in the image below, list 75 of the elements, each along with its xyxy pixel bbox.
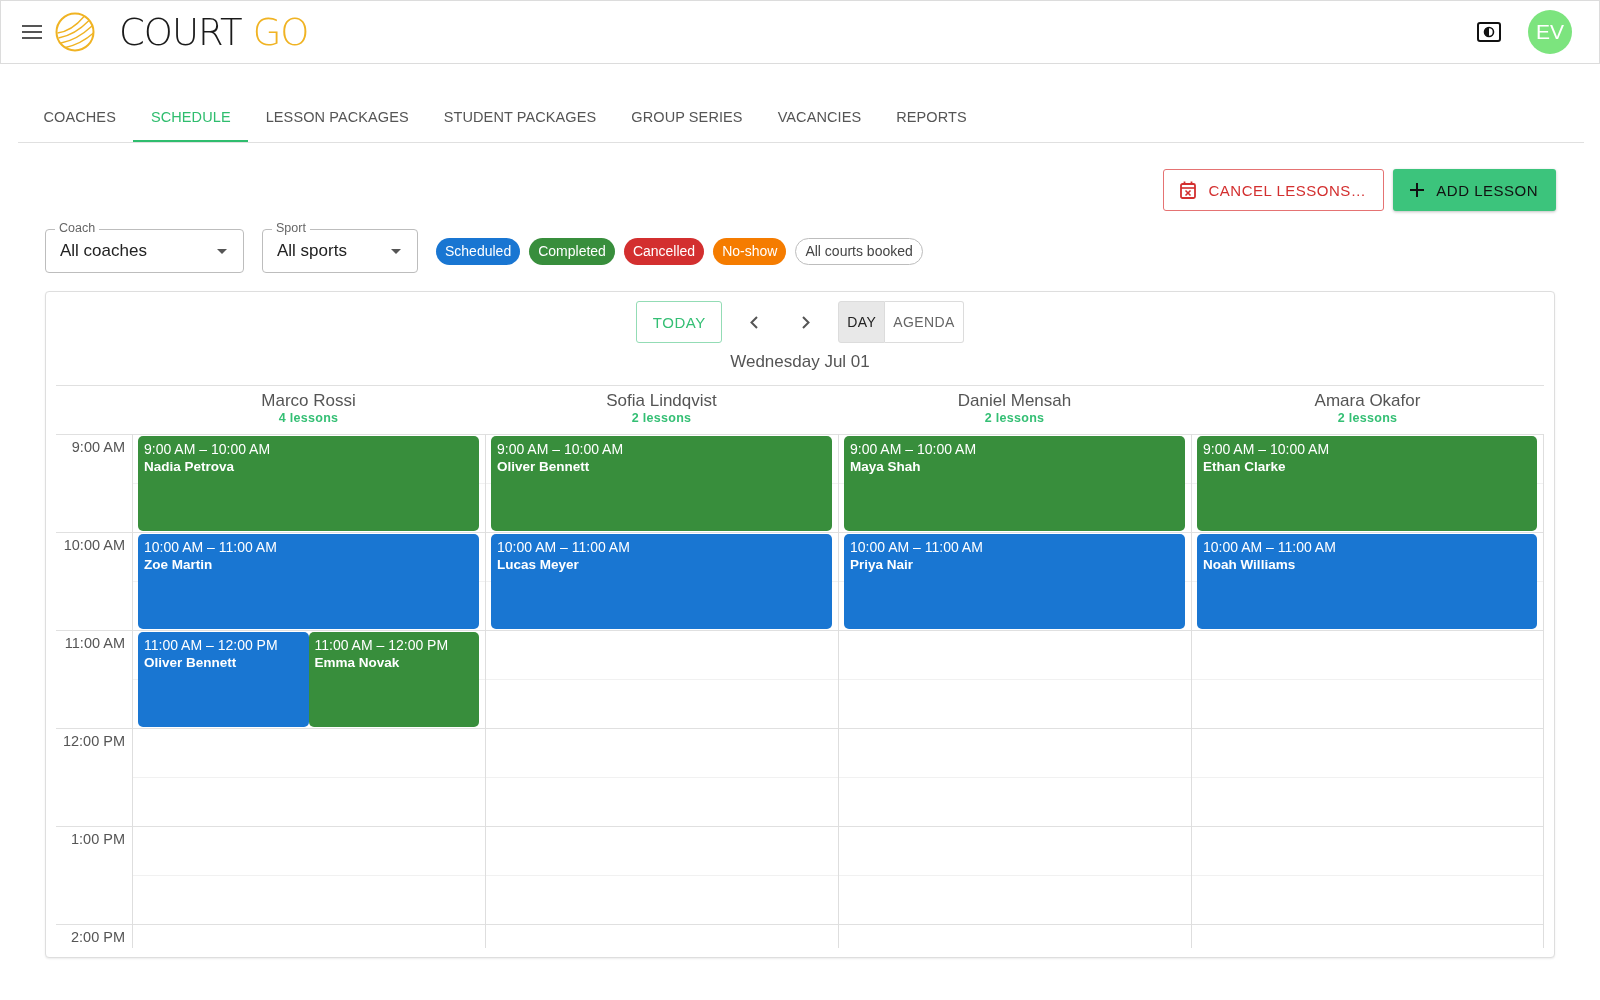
calendar-x-icon: [1180, 181, 1197, 199]
brightness-icon[interactable]: [1477, 22, 1501, 42]
coach-name: Marco Rossi: [261, 391, 356, 411]
student-name: Nadia Petrova: [144, 458, 235, 475]
field-label: Coach: [55, 221, 100, 235]
lesson-event[interactable]: 9:00 AM – 10:00 AM Ethan Clarke: [1197, 436, 1537, 531]
logo-text: COURT: [119, 10, 242, 54]
lesson-event[interactable]: 10:00 AM – 11:00 AM Lucas Meyer: [491, 534, 832, 629]
student-name: Oliver Bennett: [144, 654, 237, 671]
nav-tab[interactable]: REPORTS: [878, 89, 985, 142]
caret-icon: [391, 248, 401, 254]
nav-tab[interactable]: SCHEDULE: [133, 89, 249, 142]
lesson-time: 11:00 AM – 12:00 PM: [314, 636, 449, 654]
coach-name: Amara Okafor: [1314, 391, 1421, 411]
status-chip: Completed: [529, 237, 615, 265]
student-name: Ethan Clarke: [1203, 458, 1286, 475]
student-name: Noah Williams: [1203, 556, 1296, 573]
lesson-time: 10:00 AM – 11:00 AM: [1203, 538, 1336, 556]
lesson-time: 9:00 AM – 10:00 AM: [850, 440, 977, 458]
lesson-event[interactable]: 11:00 AM – 12:00 PM Emma Novak: [308, 632, 479, 727]
time-label: 10:00 AM: [63, 537, 125, 553]
time-label: 1:00 PM: [71, 831, 125, 847]
caret-icon: [217, 248, 227, 254]
lesson-time: 9:00 AM – 10:00 AM: [497, 440, 624, 458]
status-chip: Cancelled: [623, 237, 705, 265]
nav-tab[interactable]: LESSON PACKAGES: [248, 89, 427, 142]
lesson-time: 11:00 AM – 12:00 PM: [144, 636, 278, 654]
lesson-count: 4 lessons: [278, 411, 339, 426]
nav-tab[interactable]: VACANCIES: [760, 89, 879, 142]
student-name: Lucas Meyer: [497, 556, 579, 573]
lesson-time: 10:00 AM – 11:00 AM: [497, 538, 630, 556]
nav-tab[interactable]: COACHES: [26, 89, 134, 142]
add-lesson-button[interactable]: ADD LESSON: [1393, 169, 1556, 211]
status-chip: Scheduled: [436, 237, 521, 265]
view-tab[interactable]: AGENDA: [885, 301, 964, 343]
lesson-count: 2 lessons: [1337, 411, 1398, 426]
lesson-time: 10:00 AM – 11:00 AM: [144, 538, 277, 556]
lesson-event[interactable]: 11:00 AM – 12:00 PM Oliver Bennett: [138, 632, 309, 727]
lesson-count: 2 lessons: [631, 411, 692, 426]
chevron-left-icon: [750, 315, 759, 329]
student-name: Zoe Martin: [144, 556, 213, 573]
nav-tab[interactable]: GROUP SERIES: [613, 89, 761, 142]
time-label: 9:00 AM: [71, 439, 125, 455]
nav-tab[interactable]: STUDENT PACKAGES: [426, 89, 614, 142]
time-label: 11:00 AM: [64, 635, 125, 651]
status-chip: All courts booked: [795, 237, 923, 265]
chevron-right-icon: [802, 315, 811, 329]
logo-text: GO: [252, 10, 309, 54]
cancel-lessons-button[interactable]: CANCEL LESSONS…: [1163, 169, 1385, 211]
plus-icon: [1410, 183, 1425, 197]
coach-name: Sofia Lindqvist: [606, 391, 717, 411]
time-label: 2:00 PM: [71, 929, 125, 945]
field-label: Sport: [272, 221, 310, 235]
student-name: Oliver Bennett: [497, 458, 590, 475]
lesson-event[interactable]: 9:00 AM – 10:00 AM Nadia Petrova: [138, 436, 479, 531]
lesson-time: 9:00 AM – 10:00 AM: [144, 440, 271, 458]
student-name: Emma Novak: [314, 654, 400, 671]
lesson-event[interactable]: 10:00 AM – 11:00 AM Priya Nair: [844, 534, 1185, 629]
lesson-event[interactable]: 10:00 AM – 11:00 AM Noah Williams: [1197, 534, 1537, 629]
lesson-time: 9:00 AM – 10:00 AM: [1203, 440, 1330, 458]
student-name: Priya Nair: [850, 556, 914, 573]
lesson-event[interactable]: 10:00 AM – 11:00 AM Zoe Martin: [138, 534, 479, 629]
logo-icon: [55, 12, 95, 52]
menu-icon[interactable]: [22, 25, 42, 39]
view-tab[interactable]: DAY: [838, 301, 886, 343]
today-button[interactable]: TODAY: [636, 301, 723, 343]
time-label: 12:00 PM: [62, 733, 125, 749]
lesson-count: 2 lessons: [984, 411, 1045, 426]
date-label: Wednesday Jul 01: [56, 352, 1544, 386]
status-chip: No-show: [713, 237, 787, 265]
lesson-event[interactable]: 9:00 AM – 10:00 AM Oliver Bennett: [491, 436, 832, 531]
lesson-event[interactable]: 9:00 AM – 10:00 AM Maya Shah: [844, 436, 1185, 531]
lesson-time: 10:00 AM – 11:00 AM: [850, 538, 983, 556]
coach-name: Daniel Mensah: [957, 391, 1072, 411]
student-name: Maya Shah: [850, 458, 921, 475]
